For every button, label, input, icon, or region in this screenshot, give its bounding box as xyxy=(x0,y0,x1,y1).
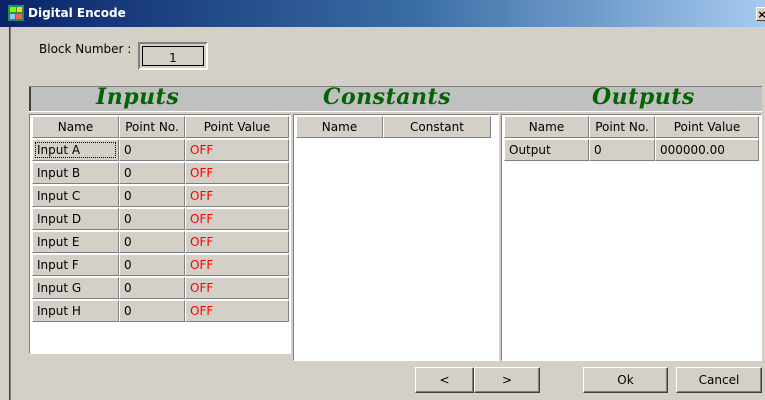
input-value-cell[interactable]: OFF xyxy=(185,185,289,207)
next-button[interactable]: > xyxy=(474,367,540,393)
input-value-cell[interactable]: OFF xyxy=(185,277,289,299)
input-point-no-cell[interactable]: 0 xyxy=(119,139,185,161)
output-point-no-cell[interactable]: 0 xyxy=(589,139,655,161)
input-name-cell[interactable]: Input G xyxy=(32,277,119,299)
input-value-cell[interactable]: OFF xyxy=(185,208,289,230)
constants-title: Constants xyxy=(323,84,452,110)
inputs-header-point-no[interactable]: Point No. xyxy=(119,116,185,138)
outputs-header-point-value[interactable]: Point Value xyxy=(655,116,759,138)
close-icon: × xyxy=(757,8,765,21)
block-number-field[interactable]: 1 xyxy=(138,42,208,70)
input-name-cell[interactable]: Input F xyxy=(32,254,119,276)
frame-edge-inner xyxy=(10,27,11,400)
output-value-cell[interactable]: 000000.00 xyxy=(655,139,759,161)
input-value-cell[interactable]: OFF xyxy=(185,254,289,276)
input-value-cell[interactable]: OFF xyxy=(185,162,289,184)
input-point-no-cell[interactable]: 0 xyxy=(119,300,185,322)
input-value-cell[interactable]: OFF xyxy=(185,231,289,253)
input-point-no-cell[interactable]: 0 xyxy=(119,277,185,299)
input-name-cell[interactable]: Input A xyxy=(32,139,119,161)
input-point-no-cell[interactable]: 0 xyxy=(119,254,185,276)
input-value-cell[interactable]: OFF xyxy=(185,300,289,322)
input-point-no-cell[interactable]: 0 xyxy=(119,231,185,253)
block-number-label: Block Number : xyxy=(39,42,132,56)
inputs-title: Inputs xyxy=(96,84,180,110)
outputs-header-name[interactable]: Name xyxy=(504,116,589,138)
constants-header-constant[interactable]: Constant xyxy=(383,116,491,138)
previous-button[interactable]: < xyxy=(415,367,474,393)
constants-table: Name Constant xyxy=(293,114,499,361)
outputs-header-point-no[interactable]: Point No. xyxy=(589,116,655,138)
cancel-button[interactable]: Cancel xyxy=(676,367,762,393)
inputs-table: Name Point No. Point Value Input A 0 OFF… xyxy=(29,114,291,354)
app-block-icon xyxy=(8,5,24,21)
inputs-header-name[interactable]: Name xyxy=(32,116,119,138)
ok-button[interactable]: Ok xyxy=(583,367,668,393)
close-button[interactable]: × xyxy=(756,7,765,21)
input-name-cell[interactable]: Input B xyxy=(32,162,119,184)
constants-header-name[interactable]: Name xyxy=(296,116,383,138)
output-name-cell[interactable]: Output xyxy=(504,139,589,161)
band-edge xyxy=(29,87,31,111)
input-name-cell[interactable]: Input E xyxy=(32,231,119,253)
input-point-no-cell[interactable]: 0 xyxy=(119,162,185,184)
inputs-header-point-value[interactable]: Point Value xyxy=(185,116,289,138)
title-bar: Digital Encode × xyxy=(0,0,765,27)
input-value-cell[interactable]: OFF xyxy=(185,139,289,161)
input-point-no-cell[interactable]: 0 xyxy=(119,185,185,207)
input-name-cell[interactable]: Input C xyxy=(32,185,119,207)
block-number-value: 1 xyxy=(142,46,204,66)
input-point-no-cell[interactable]: 0 xyxy=(119,208,185,230)
outputs-table: Name Point No. Point Value Output 0 0000… xyxy=(501,114,762,361)
outputs-title: Outputs xyxy=(592,84,695,110)
input-name-cell[interactable]: Input H xyxy=(32,300,119,322)
input-name-cell[interactable]: Input D xyxy=(32,208,119,230)
window-title: Digital Encode xyxy=(28,6,126,20)
